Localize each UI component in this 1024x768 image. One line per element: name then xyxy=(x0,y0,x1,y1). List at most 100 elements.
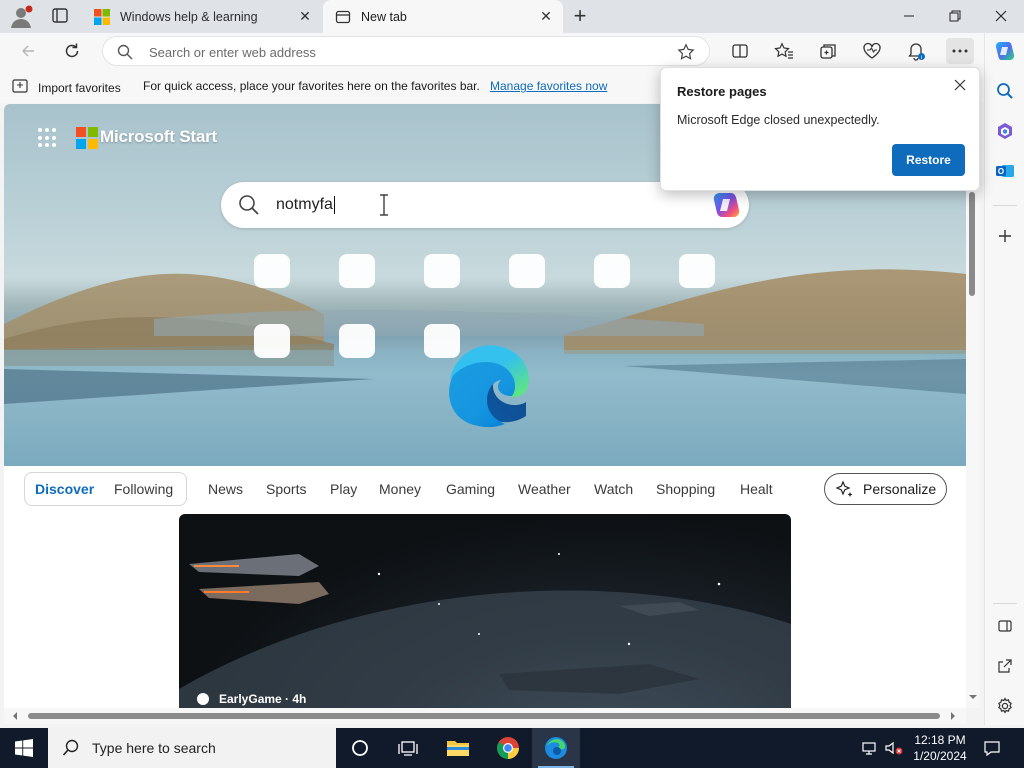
taskbar-search-placeholder: Type here to search xyxy=(92,740,216,756)
volume-muted-icon[interactable] xyxy=(882,728,906,768)
search-icon xyxy=(62,739,80,757)
taskbar-search-box[interactable]: Type here to search xyxy=(48,728,336,768)
notifications-bell-icon[interactable]: i xyxy=(902,38,930,64)
tab-actions-icon[interactable] xyxy=(48,5,72,27)
personalize-button[interactable]: Personalize xyxy=(824,473,947,505)
tab-new-tab[interactable]: New tab ✕ xyxy=(323,0,563,33)
tab-windows-help[interactable]: Windows help & learning ✕ xyxy=(82,0,322,33)
copilot-search-icon[interactable] xyxy=(711,191,741,219)
vertical-scrollbar[interactable] xyxy=(966,104,980,708)
cortana-icon[interactable] xyxy=(336,728,384,768)
start-button[interactable] xyxy=(0,728,48,768)
horizontal-scrollbar[interactable] xyxy=(4,708,966,724)
quick-link-tile[interactable] xyxy=(679,254,715,288)
import-icon xyxy=(12,78,30,97)
tab-discover[interactable]: Discover xyxy=(35,481,94,497)
microsoft-start-brand[interactable]: Microsoft Start xyxy=(100,127,217,147)
source-logo-icon xyxy=(197,693,209,705)
horizontal-scroll-thumb[interactable] xyxy=(28,713,940,719)
restore-window-button[interactable] xyxy=(932,0,978,32)
minimize-button[interactable] xyxy=(886,0,932,32)
news-card[interactable]: EarlyGame · 4h xyxy=(179,514,791,708)
import-favorites-label: Import favorites xyxy=(38,80,121,95)
quick-link-tile[interactable] xyxy=(339,324,375,358)
quick-link-tile[interactable] xyxy=(254,254,290,288)
favorite-star-icon[interactable] xyxy=(677,43,695,64)
close-window-button[interactable] xyxy=(978,0,1024,32)
search-icon[interactable] xyxy=(991,77,1019,105)
svg-text:O: O xyxy=(998,167,1004,176)
tab-weather[interactable]: Weather xyxy=(518,481,571,497)
favorites-bar-message: For quick access, place your favorites h… xyxy=(143,79,480,93)
tab-strip: Windows help & learning ✕ New tab ✕ + xyxy=(0,0,1024,33)
new-tab-page-icon xyxy=(335,9,351,25)
browser-essentials-icon[interactable] xyxy=(858,38,886,64)
windows-logo-icon xyxy=(94,8,110,25)
clock-date: 1/20/2024 xyxy=(913,749,967,763)
chrome-icon[interactable] xyxy=(484,728,532,768)
favorites-icon[interactable] xyxy=(770,38,798,64)
tab-label: Windows help & learning xyxy=(120,9,258,24)
scroll-down-arrow-icon[interactable] xyxy=(966,692,980,702)
tab-shopping[interactable]: Shopping xyxy=(656,481,715,497)
taskbar-clock[interactable]: 12:18 PM 1/20/2024 xyxy=(906,732,974,764)
back-button[interactable] xyxy=(14,37,42,65)
popup-message: Microsoft Edge closed unexpectedly. xyxy=(677,113,880,127)
new-tab-button[interactable]: + xyxy=(568,3,592,28)
personalize-label: Personalize xyxy=(863,481,937,497)
edge-sidebar: O xyxy=(984,33,1024,725)
clock-time: 12:18 PM xyxy=(914,733,966,747)
close-popup-icon[interactable] xyxy=(949,74,971,96)
open-external-icon[interactable] xyxy=(991,652,1019,680)
refresh-button[interactable] xyxy=(58,37,86,65)
app-launcher-icon[interactable] xyxy=(38,128,58,148)
edge-taskbar-icon[interactable] xyxy=(532,728,580,768)
sidebar-settings-gear-icon[interactable] xyxy=(991,692,1019,720)
action-center-icon[interactable] xyxy=(978,728,1006,768)
tab-following[interactable]: Following xyxy=(114,481,173,497)
address-toolbar: Search or enter web address i xyxy=(0,33,1024,69)
task-view-icon[interactable] xyxy=(384,728,432,768)
vertical-scroll-thumb[interactable] xyxy=(969,192,975,296)
tab-gaming[interactable]: Gaming xyxy=(446,481,495,497)
sidebar-divider xyxy=(993,205,1017,206)
address-bar[interactable]: Search or enter web address xyxy=(102,36,710,66)
quick-link-tile[interactable] xyxy=(254,324,290,358)
close-tab-icon[interactable]: ✕ xyxy=(294,6,316,28)
file-explorer-icon[interactable] xyxy=(434,728,482,768)
hide-sidebar-icon[interactable] xyxy=(991,612,1019,640)
split-screen-icon[interactable] xyxy=(726,38,754,64)
quick-link-tile[interactable] xyxy=(509,254,545,288)
collections-icon[interactable] xyxy=(814,38,842,64)
tab-play[interactable]: Play xyxy=(330,481,357,497)
tab-watch[interactable]: Watch xyxy=(594,481,633,497)
windows-taskbar: Type here to search 12:18 PM 1/20/2024 xyxy=(0,728,1024,768)
import-favorites-button[interactable]: Import favorites xyxy=(12,78,121,97)
network-icon[interactable] xyxy=(858,728,882,768)
tab-sports[interactable]: Sports xyxy=(266,481,306,497)
restore-button[interactable]: Restore xyxy=(892,144,965,176)
popup-title: Restore pages xyxy=(677,84,767,99)
text-cursor-icon xyxy=(379,194,389,216)
close-tab-icon[interactable]: ✕ xyxy=(535,6,557,28)
scroll-right-arrow-icon[interactable] xyxy=(948,708,958,724)
microsoft-logo-icon xyxy=(76,127,98,149)
add-sidebar-app-icon[interactable] xyxy=(991,222,1019,250)
manage-favorites-link[interactable]: Manage favorites now xyxy=(490,79,607,93)
quick-link-tile[interactable] xyxy=(424,254,460,288)
profile-icon[interactable] xyxy=(8,4,34,30)
tab-news[interactable]: News xyxy=(208,481,243,497)
personalize-sparkle-icon xyxy=(835,480,855,498)
settings-and-more-button[interactable] xyxy=(946,38,974,64)
quick-link-tile[interactable] xyxy=(594,254,630,288)
outlook-icon[interactable]: O xyxy=(991,157,1019,185)
card-image-spaceships xyxy=(179,553,791,708)
quick-link-tile[interactable] xyxy=(339,254,375,288)
tab-money[interactable]: Money xyxy=(379,481,421,497)
scroll-left-arrow-icon[interactable] xyxy=(10,708,20,724)
microsoft-365-icon[interactable] xyxy=(991,117,1019,145)
copilot-icon[interactable] xyxy=(991,37,1019,65)
news-category-nav: Discover Following News Sports Play Mone… xyxy=(4,466,966,516)
tab-health[interactable]: Healt xyxy=(740,481,773,497)
tab-label: New tab xyxy=(361,9,407,24)
